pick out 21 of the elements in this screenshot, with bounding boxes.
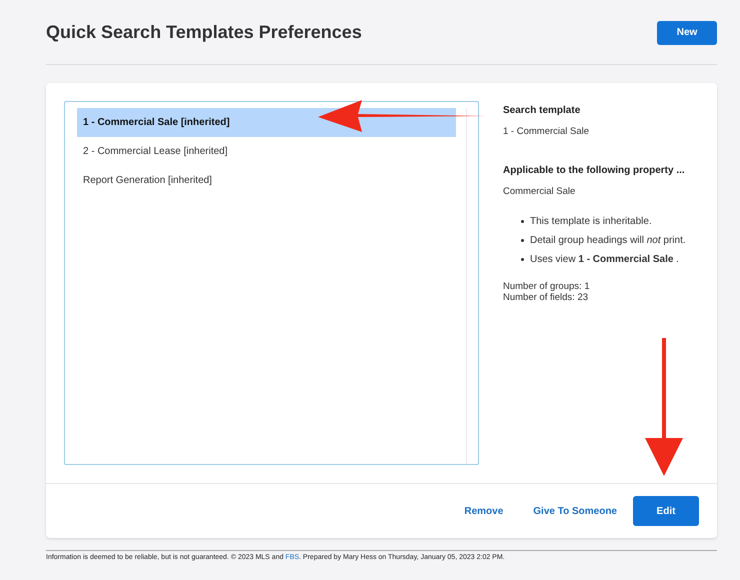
bullet-icon: [521, 220, 524, 222]
info-text: Uses view 1 - Commercial Sale .: [530, 252, 679, 266]
give-to-someone-button[interactable]: Give To Someone: [533, 504, 617, 518]
stat-text: Number of groups: 1: [503, 280, 591, 292]
template-name: 1 - Commercial Sale: [503, 125, 590, 139]
section-heading: Applicable to the following property ...: [503, 164, 686, 178]
info-text: This template is inheritable.: [530, 214, 652, 228]
info-text: Detail group headings will not print.: [530, 234, 686, 248]
remove-button[interactable]: Remove: [464, 504, 504, 518]
bullet-icon: [521, 258, 524, 260]
edit-button[interactable]: Edit: [633, 496, 699, 526]
template-list-item[interactable]: 2 - Commercial Lease [inherited]: [77, 137, 456, 166]
page-title: Quick Search Templates Preferences: [46, 21, 362, 44]
new-button[interactable]: New: [657, 20, 717, 44]
section-heading: Search template: [503, 104, 582, 118]
stat-text: Number of fields: 23: [503, 292, 590, 302]
template-list[interactable]: 1 - Commercial Sale [inherited] 2 - Commercial Lease [inherited] Report Generation [inherited]: [64, 101, 479, 465]
bullet-icon: [521, 238, 524, 242]
template-list-item[interactable]: Report Generation [inherited]: [77, 166, 456, 195]
property-type: Commercial Sale: [503, 185, 576, 200]
template-list-item[interactable]: 1 - Commercial Sale [inherited]: [77, 108, 456, 137]
